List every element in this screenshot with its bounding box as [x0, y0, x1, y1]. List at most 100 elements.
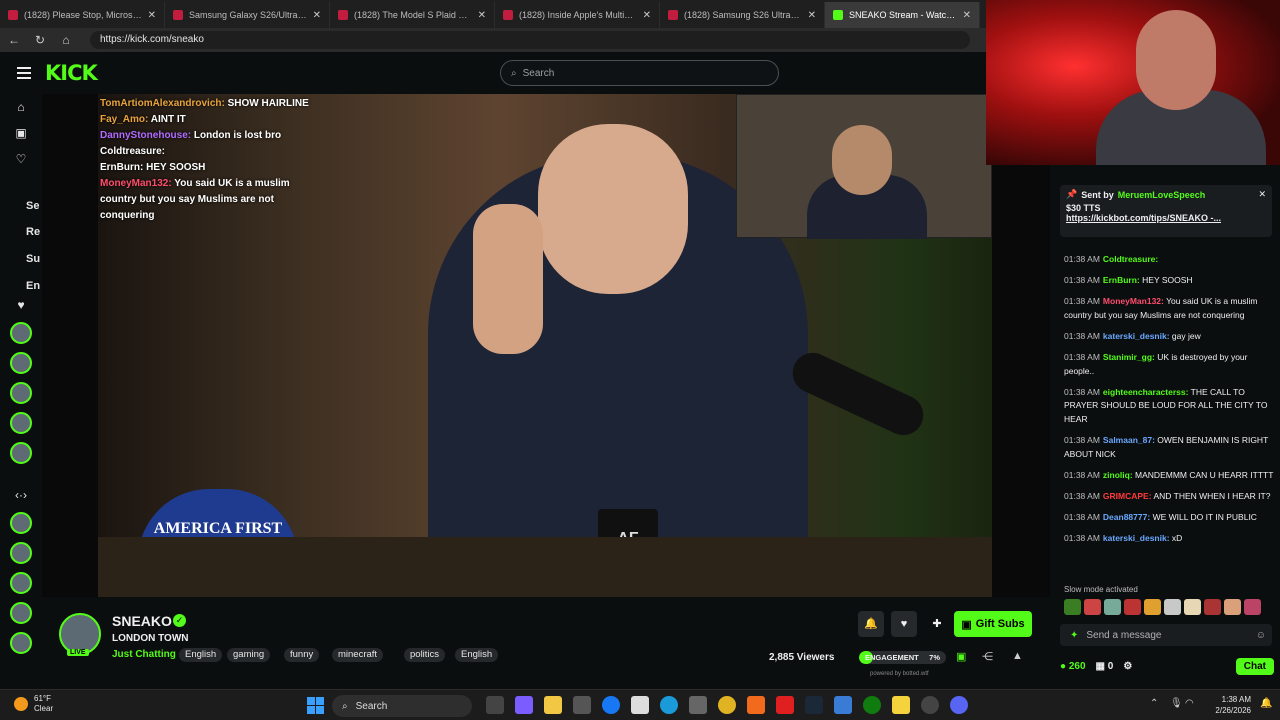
app-icon[interactable]	[834, 696, 852, 714]
followed-channel-avatar[interactable]	[10, 442, 32, 464]
chat-username[interactable]: Salmaan_87:	[1103, 435, 1155, 445]
store-icon[interactable]	[573, 696, 591, 714]
followed-channel-avatar[interactable]	[10, 322, 32, 344]
channel-name[interactable]: SNEAKO	[112, 613, 172, 629]
browser-tab[interactable]: Samsung Galaxy S26/Ultra Impre ✕	[165, 2, 330, 28]
emote-icon[interactable]	[1244, 599, 1261, 615]
share-icon[interactable]: ⋲	[982, 650, 993, 663]
notes-icon[interactable]	[892, 696, 910, 714]
boost-icon[interactable]: ✚	[924, 611, 950, 637]
stream-tag[interactable]: English	[179, 648, 223, 662]
chat-username[interactable]: zinoliq:	[1103, 470, 1133, 480]
xbox-icon[interactable]	[863, 696, 881, 714]
tray-chevron-icon[interactable]: ⌃	[1150, 698, 1158, 709]
edge-icon[interactable]	[660, 696, 678, 714]
facebook-icon[interactable]	[602, 696, 620, 714]
recommended-channel-avatar[interactable]	[10, 572, 32, 594]
video-player[interactable]: AMERICA FIRST AF TomArtiomAlexandrovich:…	[42, 94, 1050, 597]
amazon-icon[interactable]	[631, 696, 649, 714]
following-nav-icon[interactable]: ♡	[16, 146, 27, 172]
chat-username[interactable]: katerski_desnik:	[1103, 331, 1170, 341]
unpin-icon[interactable]: ✕	[1258, 189, 1266, 200]
browser-tab[interactable]: (1828) Inside Apple's Multibillion ✕	[495, 2, 660, 28]
recommended-channel-avatar[interactable]	[10, 602, 32, 624]
close-tab-icon[interactable]: ✕	[478, 10, 486, 21]
stream-tag[interactable]: minecraft	[332, 648, 384, 662]
copilot-icon[interactable]	[515, 696, 533, 714]
settings-icon[interactable]: ⚙	[1123, 661, 1132, 672]
vlc-icon[interactable]	[747, 696, 765, 714]
report-icon[interactable]: ▲	[1012, 650, 1023, 662]
close-tab-icon[interactable]: ✕	[808, 10, 816, 21]
close-tab-icon[interactable]: ✕	[643, 10, 651, 21]
recommended-channel-avatar[interactable]	[10, 512, 32, 534]
close-tab-icon[interactable]: ✕	[148, 10, 156, 21]
emote-icon[interactable]	[1124, 599, 1141, 615]
stream-tag[interactable]: funny	[284, 648, 320, 662]
points-display[interactable]: ● 260	[1060, 661, 1086, 672]
mic-tray-icon[interactable]: 🎙	[1170, 698, 1183, 709]
browser-tab[interactable]: (1828) The Model S Plaid Walked ✕	[330, 2, 495, 28]
windows-start-icon[interactable]	[307, 697, 324, 714]
emote-icon[interactable]	[1204, 599, 1221, 615]
recommended-channel-avatar[interactable]	[10, 542, 32, 564]
chat-username[interactable]: Coldtreasure:	[1103, 254, 1158, 264]
followed-channel-avatar[interactable]	[10, 382, 32, 404]
notification-bell-button[interactable]: 🔔	[858, 611, 884, 637]
weather-widget[interactable]: 61°F Clear	[14, 694, 53, 714]
chat-username[interactable]: katerski_desnik:	[1103, 533, 1170, 543]
browser-tab[interactable]: (1828) Samsung S26 Ultra Hands ✕	[660, 2, 825, 28]
file-explorer-icon[interactable]	[544, 696, 562, 714]
emote-icon[interactable]	[1184, 599, 1201, 615]
browser-tab[interactable]: (1828) Please Stop, Microsoft... - Y ✕	[0, 2, 165, 28]
chat-username[interactable]: eighteencharacterss:	[1103, 387, 1189, 397]
recommended-channel-avatar[interactable]	[10, 632, 32, 654]
emote-icon[interactable]	[1104, 599, 1121, 615]
chat-username[interactable]: GRIMCAPE:	[1103, 491, 1152, 501]
follow-heart-button[interactable]: ♥	[891, 611, 917, 637]
steam-icon[interactable]	[805, 696, 823, 714]
stream-tag[interactable]: politics	[404, 648, 446, 662]
calculator-icon[interactable]	[689, 696, 707, 714]
chat-username[interactable]: Stanimir_gg:	[1103, 352, 1155, 362]
followed-channel-avatar[interactable]	[10, 412, 32, 434]
home-nav-icon[interactable]: ⌂	[17, 94, 24, 120]
chat-username[interactable]: Dean88777:	[1103, 512, 1150, 522]
home-icon[interactable]: ⌂	[60, 33, 72, 47]
chat-send-button[interactable]: Chat	[1235, 657, 1274, 675]
emote-icon[interactable]	[1224, 599, 1241, 615]
pinned-message[interactable]: 📌 Sent by MeruemLoveSpeech ✕ $30 TTS htt…	[1060, 185, 1272, 237]
pinned-sender[interactable]: MeruemLoveSpeech	[1118, 190, 1206, 200]
obs-icon[interactable]	[921, 696, 939, 714]
emote-icon[interactable]	[1164, 599, 1181, 615]
close-tab-icon[interactable]: ✕	[963, 10, 971, 21]
taskbar-search[interactable]: ⌕ Search	[332, 695, 472, 717]
gift-display[interactable]: ▦ 0	[1096, 661, 1114, 672]
system-clock[interactable]: 1:38 AM 2/26/2026	[1197, 694, 1251, 716]
notification-icon[interactable]: 🔔	[1260, 698, 1272, 709]
browser-tab[interactable]: SNEAKO Stream - Watch Live ✕	[825, 2, 980, 28]
emote-icon[interactable]	[1064, 599, 1081, 615]
close-tab-icon[interactable]: ✕	[313, 10, 321, 21]
followed-channel-avatar[interactable]	[10, 352, 32, 374]
browse-nav-icon[interactable]: ▣	[15, 120, 26, 146]
pinned-link[interactable]: https://kickbot.com/tips/SNEAKO -...	[1066, 213, 1266, 223]
category-link[interactable]: Just Chatting	[112, 649, 176, 660]
youtube-icon[interactable]	[776, 696, 794, 714]
wifi-icon[interactable]: ◠	[1185, 698, 1194, 709]
search-input[interactable]: ⌕ Search	[500, 60, 779, 86]
expand-icon[interactable]: ‹·›	[15, 482, 27, 508]
clip-icon[interactable]: ▣	[956, 650, 966, 663]
emoji-icon[interactable]: ☺	[1256, 630, 1266, 641]
kick-logo[interactable]: KICK	[45, 61, 98, 85]
url-field[interactable]: https://kick.com/sneako	[90, 31, 970, 49]
stream-tag[interactable]: gaming	[227, 648, 271, 662]
back-icon[interactable]: ←	[8, 33, 20, 47]
chat-username[interactable]: MoneyMan132:	[1103, 296, 1164, 306]
chat-input[interactable]: ✦ Send a message ☺	[1060, 624, 1272, 646]
gift-subs-button[interactable]: ▣ Gift Subs	[954, 611, 1032, 637]
menu-icon[interactable]	[17, 67, 31, 79]
emote-icon[interactable]	[1084, 599, 1101, 615]
reload-icon[interactable]: ↻	[34, 33, 46, 47]
emote-icon[interactable]	[1144, 599, 1161, 615]
